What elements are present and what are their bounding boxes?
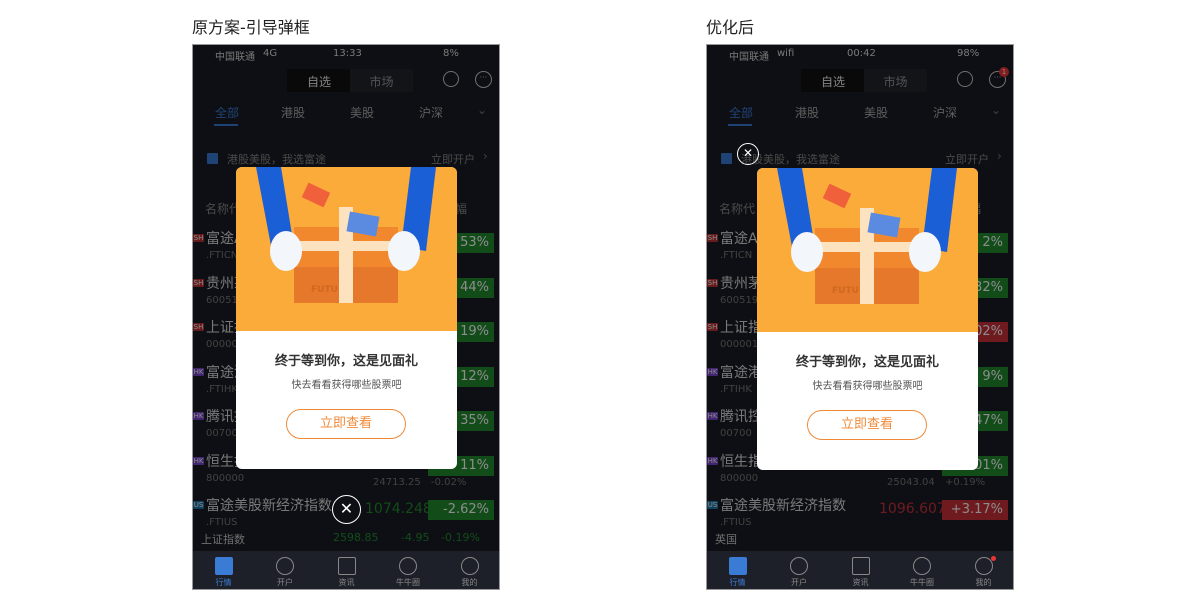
modal-subtitle: 快去看看获得哪些股票吧	[291, 380, 402, 391]
community-icon	[399, 557, 417, 575]
view-now-button[interactable]: 立即查看	[286, 409, 406, 439]
tabbar-label: 开户	[277, 578, 293, 587]
news-icon	[851, 557, 870, 575]
tabbar-item-1[interactable]: 开户	[255, 551, 316, 588]
close-icon[interactable]: ✕	[737, 143, 759, 165]
chart-icon	[728, 557, 747, 575]
tabbar-label: 我的	[461, 578, 478, 587]
tabbar-item-4[interactable]: 我的	[953, 551, 1013, 588]
tabbar-label: 行情	[729, 578, 746, 587]
caption-original: 原方案-引导弹框	[192, 18, 310, 37]
plus-icon	[790, 557, 808, 575]
plus-icon	[276, 557, 294, 575]
tabbar-label: 资讯	[852, 578, 869, 587]
tabbar-item-1[interactable]: 开户	[769, 551, 830, 588]
tabbar-item-3[interactable]: 牛牛圈	[378, 551, 439, 588]
gift-modal: FUTU 终于等到你，这是见面礼快去看看获得哪些股票吧立即查看	[757, 168, 978, 470]
tabbar-label: 我的	[975, 578, 992, 587]
bottom-tab-bar: 行情 开户 资讯 牛牛圈 我的	[193, 551, 499, 589]
tabbar-item-4[interactable]: 我的	[439, 551, 499, 588]
user-icon	[460, 557, 479, 575]
tabbar-label: 牛牛圈	[396, 578, 420, 587]
user-icon	[974, 557, 993, 575]
bottom-tab-bar: 行情 开户 资讯 牛牛圈 我的	[707, 551, 1013, 589]
chart-icon	[214, 557, 233, 575]
tabbar-label: 开户	[791, 578, 807, 587]
modal-title: 终于等到你，这是见面礼	[795, 355, 939, 370]
tabbar-item-0[interactable]: 行情	[193, 551, 254, 588]
tabbar-label: 行情	[215, 578, 232, 587]
tabbar-label: 资讯	[338, 578, 355, 587]
tabbar-item-0[interactable]: 行情	[707, 551, 768, 588]
close-icon[interactable]: ✕	[332, 495, 361, 524]
futu-box-logo: FUTU	[311, 285, 338, 295]
gift-modal: FUTU 终于等到你，这是见面礼快去看看获得哪些股票吧立即查看	[236, 167, 457, 469]
phone-original: 中国联通 4G 13:33 8% 自选 市场 ··· 全部 港股 美股 沪深 ⌄ 港股美股，我选富途 立即…	[192, 44, 500, 590]
modal-title: 终于等到你，这是见面礼	[274, 354, 418, 369]
tabbar-item-3[interactable]: 牛牛圈	[892, 551, 953, 588]
news-icon	[337, 557, 356, 575]
gift-illustration: FUTU	[757, 168, 978, 332]
phone-optimized: 中国联通 wifi 00:42 98% 自选 市场 ··· 1 全部 港股 美股 沪深 ⌄ 港股美股，我选…	[706, 44, 1014, 590]
notification-dot	[991, 556, 996, 561]
tabbar-item-2[interactable]: 资讯	[316, 551, 377, 588]
gift-illustration: FUTU	[236, 167, 457, 331]
tabbar-item-2[interactable]: 资讯	[830, 551, 891, 588]
community-icon	[913, 557, 931, 575]
view-now-button[interactable]: 立即查看	[807, 410, 927, 440]
futu-box-logo: FUTU	[832, 286, 859, 296]
caption-optimized: 优化后	[706, 18, 755, 37]
modal-subtitle: 快去看看获得哪些股票吧	[812, 381, 923, 392]
tabbar-label: 牛牛圈	[910, 578, 934, 587]
